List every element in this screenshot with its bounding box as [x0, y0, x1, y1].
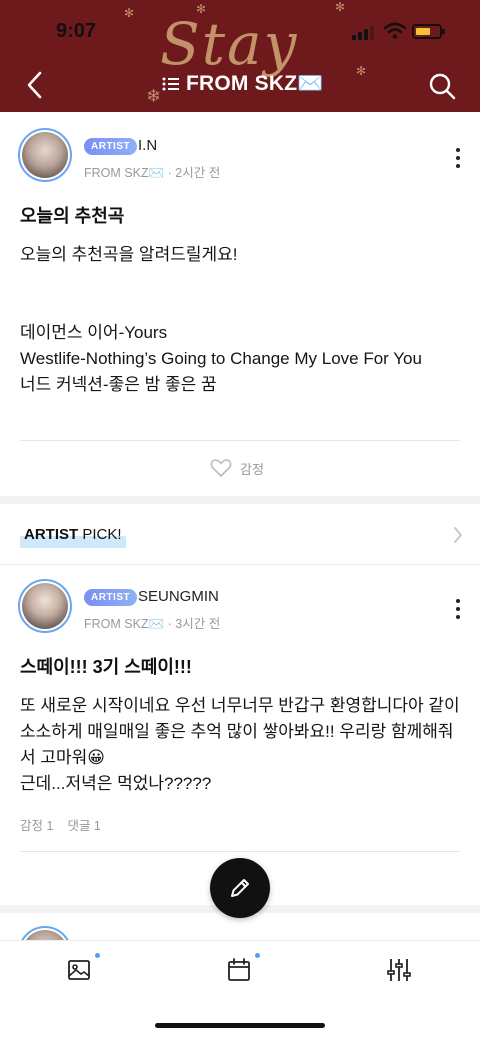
body-line: 오늘의 추천곡을 알려드릴게요!	[20, 245, 238, 264]
more-options-icon[interactable]	[450, 599, 466, 619]
artist-pick-label: ARTIST PICK!	[20, 524, 126, 548]
author-name[interactable]: SEUNGMIN	[138, 588, 219, 605]
list-icon	[162, 77, 179, 91]
nav-photo[interactable]	[66, 953, 100, 987]
body-line: 데이먼스 이어-Yours	[20, 323, 168, 342]
divider	[20, 440, 460, 441]
avatar[interactable]	[18, 128, 72, 182]
post-card[interactable]: ARTIST SEUNGMIN FROM SKZ✉️ · 3시간 전 스떼이!!…	[0, 565, 480, 905]
body-line	[20, 268, 465, 294]
snowflake-icon: ✻	[356, 64, 367, 78]
body-line: 너드 커넥션-좋은 밤 좋은 꿈	[20, 375, 217, 394]
snowflake-icon: ❄	[146, 86, 162, 106]
snowflake-icon: ✻	[124, 6, 135, 20]
divider	[20, 851, 460, 852]
artist-badge: ARTIST	[84, 138, 138, 155]
meta-time: · 2시간 전	[167, 166, 221, 180]
image-icon	[68, 960, 90, 980]
artist-pick-bold: ARTIST	[24, 526, 79, 543]
meta-source: FROM SKZ✉️	[84, 617, 165, 631]
wifi-icon	[384, 22, 406, 39]
more-options-icon[interactable]	[450, 148, 466, 168]
post-body: 또 새로운 시작이네요 우선 너무너무 반갑구 환영합니다아 같이 소소하게 매…	[20, 693, 465, 797]
post-card[interactable]: ARTIST I.N FROM SKZ✉️ · 2시간 전 오늘의 추천곡 오늘…	[0, 112, 480, 496]
emotion-button[interactable]: 감정	[210, 458, 264, 478]
nav-settings[interactable]	[386, 957, 416, 987]
stay-logo: Stay	[160, 10, 299, 78]
write-post-button[interactable]	[210, 858, 270, 918]
home-indicator	[155, 1023, 325, 1028]
post-meta: FROM SKZ✉️ · 2시간 전	[84, 162, 220, 181]
sliders-icon	[387, 959, 411, 981]
nav-calendar[interactable]	[226, 953, 260, 987]
app-header: Stay ✻ ✻ ✻ ✻ ❄ 9:07 FROM SKZ✉️	[0, 0, 480, 112]
artist-pick-rest: PICK!	[78, 526, 122, 543]
status-time: 9:07	[56, 20, 97, 42]
header-title: FROM SKZ✉️	[186, 72, 324, 95]
artist-pick-banner[interactable]: ARTIST PICK!	[0, 506, 480, 564]
body-line	[20, 294, 465, 320]
body-line: 근데...저녁은 먹었나?????	[20, 774, 212, 793]
post-title: 오늘의 추천곡	[20, 206, 125, 226]
avatar[interactable]	[18, 579, 72, 633]
author-name[interactable]: I.N	[138, 137, 157, 154]
notification-dot	[95, 953, 100, 958]
comment-count[interactable]: 댓글 1	[67, 815, 100, 834]
body-line: 또 새로운 시작이네요 우선 너무너무 반갑구 환영합니다아 같이 소소하게 매…	[20, 696, 460, 767]
post-meta: FROM SKZ✉️ · 3시간 전	[84, 613, 220, 632]
emotion-label: 감정	[240, 461, 264, 477]
calendar-icon	[228, 958, 250, 981]
post-body: 오늘의 추천곡을 알려드릴게요! 데이먼스 이어-Yours Westlife-…	[20, 242, 465, 398]
snowflake-icon: ✻	[196, 2, 207, 16]
signal-icon	[352, 26, 374, 40]
artist-badge: ARTIST	[84, 589, 138, 606]
board-title[interactable]: FROM SKZ✉️	[162, 72, 324, 96]
chevron-right-icon	[454, 527, 463, 543]
body-line: Westlife-Nothing’s Going to Change My Lo…	[20, 349, 422, 368]
search-icon[interactable]	[428, 72, 456, 100]
pencil-icon	[231, 879, 249, 897]
heart-icon	[210, 459, 232, 477]
bottom-nav	[0, 940, 480, 1039]
meta-source: FROM SKZ✉️	[84, 166, 165, 180]
section-separator	[0, 496, 480, 504]
battery-icon	[412, 24, 445, 39]
notification-dot	[255, 953, 260, 958]
post-stats: 감정 1 댓글 1	[20, 815, 101, 834]
meta-time: · 3시간 전	[167, 617, 221, 631]
back-arrow-icon[interactable]	[22, 70, 50, 100]
post-title: 스떼이!!! 3기 스떼이!!!	[20, 657, 192, 677]
reaction-count[interactable]: 감정 1	[20, 815, 53, 834]
snowflake-icon: ✻	[335, 0, 346, 14]
